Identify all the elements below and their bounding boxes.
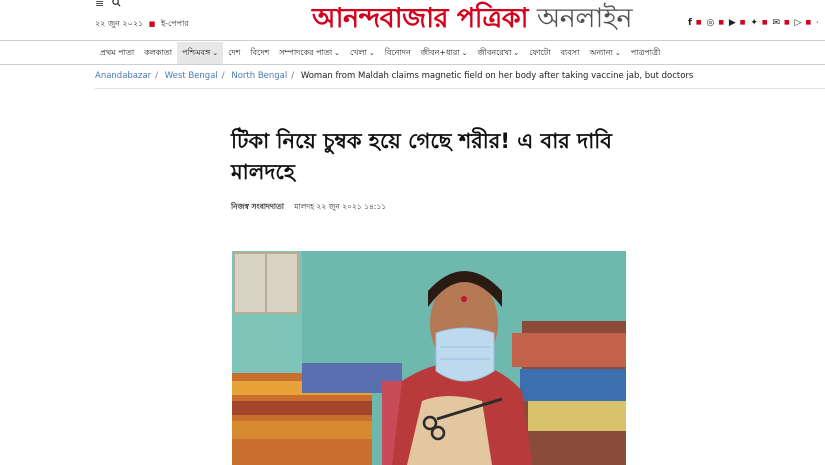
youtube-icon[interactable]: ▶ <box>729 18 736 28</box>
nav-item-sports[interactable]: খেলা ⌄ <box>345 42 380 64</box>
nav-item-desh[interactable]: দেশ <box>223 42 245 64</box>
nav-item-west-bengal[interactable]: পশ্চিমবঙ্গ ⌄ <box>177 42 224 64</box>
nav-bottom-border <box>0 64 825 65</box>
search-icon[interactable] <box>111 0 121 10</box>
nav-item-bidesh[interactable]: বিদেশ <box>245 42 274 64</box>
chevron-down-icon: ⌄ <box>368 49 375 57</box>
separator-dot: ■ <box>148 20 156 28</box>
nav-item-others[interactable]: অন্যান্য ⌄ <box>584 42 625 64</box>
current-date: ২২ জুন ২০২১ <box>95 19 144 28</box>
breadcrumb-link[interactable]: Anandabazar <box>95 71 151 81</box>
nav-item-kolkata[interactable]: কলকাতা <box>139 42 177 64</box>
play-store-icon[interactable]: ▷ <box>795 18 802 28</box>
chevron-down-icon: ⌄ <box>614 49 621 57</box>
date-line: ২২ জুন ২০২১ ■ ই-পেপার <box>95 18 189 31</box>
social-icons: f ■ ◎ ■ ▶ ■ ✦ ■ ✉ ■ ▷ ■ · <box>688 18 819 28</box>
logo-online: অনলাইন <box>536 3 633 34</box>
article-dateline: মালদহ ২২ জুন ২০২১ ১৪:১১ <box>294 202 387 211</box>
logo-main: আনন্দবাজার পত্রিকা <box>312 3 528 34</box>
more-icon[interactable]: · <box>816 18 819 28</box>
article-headline: টিকা নিয়ে চুম্বক হয়ে গেছে শরীর! এ বার … <box>231 129 612 184</box>
breadcrumb-current: Woman from Maldah claims magnetic field … <box>300 71 694 81</box>
nav-item-jibonrekha[interactable]: জীবনরেখা ⌄ <box>473 42 525 64</box>
nav-item-home[interactable]: প্রথম পাতা <box>95 42 139 64</box>
chevron-down-icon: ⌄ <box>212 49 219 57</box>
chevron-down-icon: ⌄ <box>513 49 520 57</box>
main-nav: প্রথম পাতা কলকাতা পশ্চিমবঙ্গ ⌄ দেশ বিদেশ … <box>95 42 665 64</box>
hamburger-icon[interactable]: ≡ <box>95 0 104 10</box>
nav-item-photo[interactable]: ফোটো <box>524 42 555 64</box>
nav-item-editorial[interactable]: সম্পাদকের পাতা ⌄ <box>274 42 345 64</box>
breadcrumb-divider <box>95 88 825 89</box>
breadcrumb-link[interactable]: North Bengal <box>231 71 287 81</box>
chevron-down-icon: ⌄ <box>461 49 468 57</box>
nav-item-entertainment[interactable]: বিনোদন <box>380 42 416 64</box>
nav-item-lifestyle[interactable]: জীবন+ধারা ⌄ <box>416 42 473 64</box>
nav-item-matrimony[interactable]: পাত্রপাত্রী <box>626 42 666 64</box>
twitter-icon[interactable]: ✦ <box>750 18 758 28</box>
mail-icon[interactable]: ✉ <box>772 18 780 28</box>
nav-item-business[interactable]: ব্যবসা <box>556 42 585 64</box>
breadcrumb: Anandabazar / West Bengal / North Bengal / … <box>95 71 694 81</box>
site-logo[interactable]: আনন্দবাজার পত্রিকা অনলাইন <box>312 0 633 43</box>
facebook-icon[interactable]: f <box>688 18 692 28</box>
breadcrumb-link[interactable]: West Bengal <box>165 71 218 81</box>
top-utility: ≡ <box>95 0 125 10</box>
article-byline: নিজস্ব সংবাদদাতা মালদহ ২২ জুন ২০২১ ১৪:১১ <box>231 202 386 214</box>
chevron-down-icon: ⌄ <box>334 49 341 57</box>
epaper-link[interactable]: ই-পেপার <box>161 19 189 28</box>
article-author: নিজস্ব সংবাদদাতা <box>231 202 284 211</box>
article-photo <box>232 251 626 465</box>
instagram-icon[interactable]: ◎ <box>706 18 714 28</box>
nav-top-border <box>0 40 825 41</box>
